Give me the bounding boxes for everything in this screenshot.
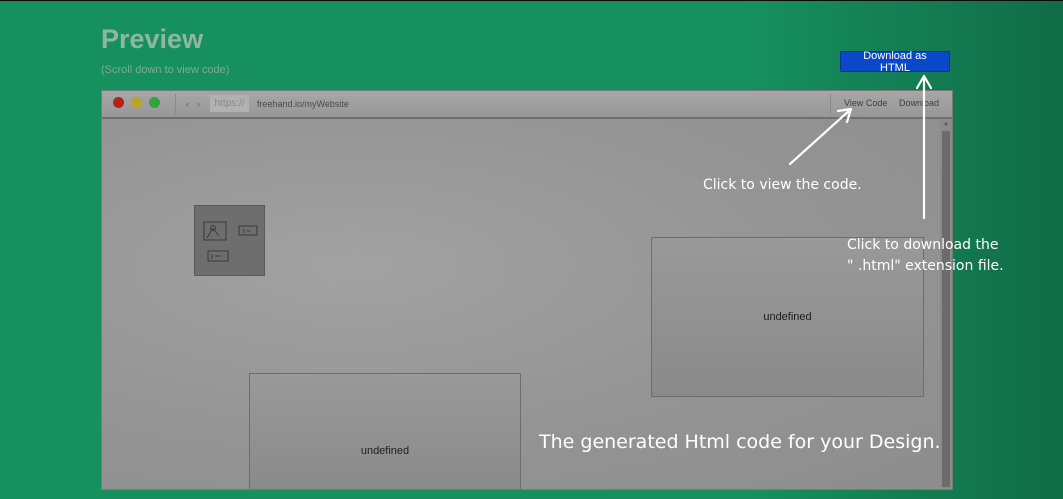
generated-code-annotation: The generated Html code for your Design. (539, 431, 941, 453)
download-annotation: Click to download the " .html" extension… (847, 235, 1004, 277)
arrow-to-download-icon (915, 74, 933, 220)
download-annotation-line: " .html" extension file. (847, 258, 1004, 274)
download-annotation-line: Click to download the (847, 237, 999, 253)
view-code-annotation: Click to view the code. (703, 177, 862, 193)
arrow-to-view-code-icon (788, 107, 853, 166)
